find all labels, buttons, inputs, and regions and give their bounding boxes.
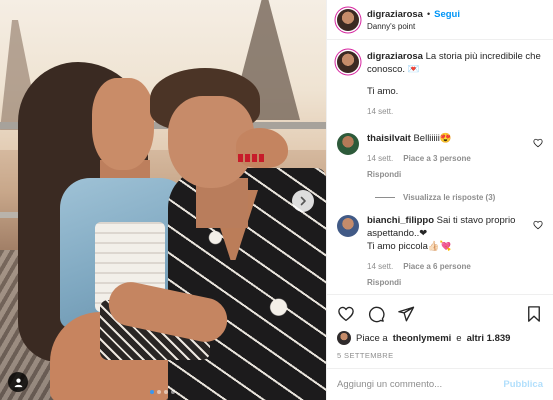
photo-nails [238,154,264,162]
add-comment-bar: Pubblica [327,368,553,400]
heart-icon[interactable] [337,305,355,323]
post-side-panel: digraziarosa • Segui Danny's point digra… [326,0,553,400]
comment-avatar[interactable] [337,133,359,155]
comment-username[interactable]: thaisilvait [367,133,411,144]
comment-input[interactable] [337,379,504,390]
carousel-dot [164,390,168,394]
publish-button[interactable]: Pubblica [503,379,543,390]
comment: thaisilvait Belliiiii😍 14 sett. Piace a … [337,132,543,181]
post-actions: Piace a theonlymemi e altri 1.839 5 SETT… [327,294,553,368]
header-separator: • [426,9,431,19]
view-replies-label: Visualizza le risposte (3) [403,193,496,202]
replies-line [375,197,395,198]
author-avatar[interactable] [337,8,359,31]
caption-avatar[interactable] [337,51,359,73]
bookmark-icon[interactable] [525,305,543,323]
reply-button[interactable]: Rispondi [367,168,401,181]
likes-prefix: Piace a [356,332,388,344]
post-date[interactable]: 5 SETTEMBRE [337,351,543,368]
comments-list[interactable]: digraziarosa La storia più incredibile c… [327,40,553,294]
instagram-post: digraziarosa • Segui Danny's point digra… [0,0,553,400]
carousel-dot [171,390,175,394]
user-icon [14,378,22,387]
comment-time[interactable]: 14 sett. [367,260,393,273]
view-replies-button[interactable]: Visualizza le risposte (3) [375,193,543,202]
comment-avatar[interactable] [337,215,359,237]
post-header: digraziarosa • Segui Danny's point [327,0,553,40]
likes-summary: Piace a theonlymemi e altri 1.839 [337,331,543,345]
caption: digraziarosa La storia più incredibile c… [337,50,543,118]
likes-others-button[interactable]: altri 1.839 [467,333,511,344]
comment-meta: 14 sett. Piace a 3 persone [367,152,525,165]
tagged-users-button[interactable] [8,372,28,392]
comment-username[interactable]: bianchi_filippo [367,215,434,226]
like-comment-heart-icon[interactable] [533,138,543,148]
post-photo[interactable] [0,0,326,400]
comment-meta: 14 sett. Piace a 6 persone [367,260,525,273]
comment-text: Belliiiii😍 [413,133,452,144]
share-icon[interactable] [397,305,415,323]
comment-icon[interactable] [367,305,385,323]
comment-text-line2: Ti amo piccola👍🏻💘 [367,241,452,252]
photo-girl-hand [236,128,288,168]
chevron-right-icon [300,196,306,206]
like-comment-heart-icon[interactable] [533,220,543,230]
photo-girl-face [92,78,154,170]
post-location[interactable]: Danny's point [367,22,460,31]
reply-button[interactable]: Rispondi [367,276,401,289]
comment: bianchi_filippo Sai ti stavo proprio asp… [337,214,543,289]
caption-time[interactable]: 14 sett. [367,105,393,118]
carousel-indicator [150,390,175,394]
caption-meta: 14 sett. [367,105,543,118]
carousel-dot [157,390,161,394]
comment-likes[interactable]: Piace a 6 persone [403,260,471,273]
liker-username[interactable]: theonlymemi [393,333,452,344]
caption-text-line2: Ti amo. [367,86,399,97]
caption-username[interactable]: digraziarosa [367,51,423,62]
author-info: digraziarosa • Segui Danny's point [367,9,460,31]
author-username[interactable]: digraziarosa [367,9,423,20]
likes-and: e [456,332,462,344]
carousel-next-button[interactable] [292,190,314,212]
liker-avatar[interactable] [337,331,351,345]
carousel-dot [150,390,154,394]
comment-likes[interactable]: Piace a 3 persone [403,152,471,165]
comment-time[interactable]: 14 sett. [367,152,393,165]
follow-button[interactable]: Segui [434,9,460,20]
